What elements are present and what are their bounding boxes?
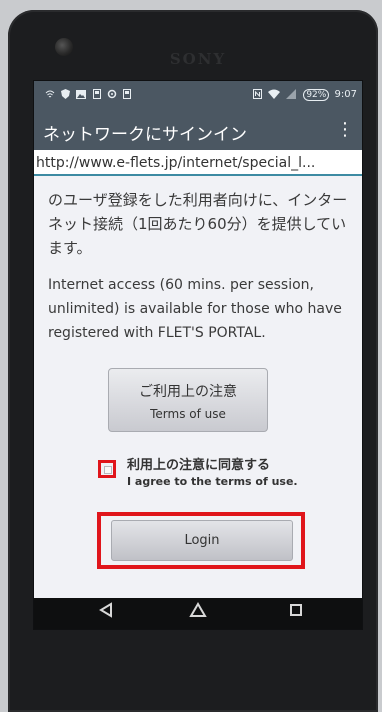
- clock-time: 9:07: [334, 89, 357, 100]
- terms-label-japanese: ご利用上の注意: [139, 384, 237, 400]
- brand-logo: SONY: [169, 50, 227, 68]
- notification-icon: [92, 89, 107, 100]
- settings-icon: [107, 89, 123, 100]
- back-icon[interactable]: [91, 602, 121, 626]
- status-bar: 92% 9:07: [33, 80, 363, 110]
- agree-label-english: I agree to the terms of use.: [127, 475, 298, 488]
- home-icon[interactable]: [183, 602, 213, 626]
- phone-screen: 92% 9:07 ネットワークにサインイン ⋮ http://www.e-fle…: [33, 80, 363, 630]
- overflow-menu-icon[interactable]: ⋮: [335, 118, 355, 142]
- wifi-icon: [45, 89, 61, 100]
- notification-icons: [45, 89, 131, 100]
- recents-icon[interactable]: [281, 602, 311, 626]
- wifi-signal-icon: [265, 89, 283, 100]
- terms-label-english: Terms of use: [150, 407, 226, 421]
- nfc-icon: [252, 89, 265, 100]
- terms-of-use-button[interactable]: ご利用上の注意 Terms of use: [108, 368, 268, 432]
- description-japanese: のユーザ登録をした利用者向けに、インターネット接続（1回あたり60分）を提供して…: [48, 191, 348, 257]
- front-camera: [55, 38, 73, 56]
- agree-checkbox[interactable]: [104, 466, 112, 474]
- description-english: Internet access (60 mins. per session, u…: [48, 277, 342, 341]
- app-bar: ネットワークにサインイン ⋮: [33, 110, 363, 150]
- status-right: 92% 9:07: [252, 89, 357, 101]
- battery-percent: 92%: [303, 89, 330, 101]
- cell-signal-icon: [283, 89, 299, 100]
- url-bar: http://www.e-flets.jp/internet/special_l…: [33, 150, 363, 176]
- navigation-bar: [33, 598, 363, 630]
- page-title: ネットワークにサインイン: [43, 125, 247, 145]
- login-button[interactable]: Login: [111, 520, 293, 561]
- photo-icon: [76, 89, 92, 100]
- login-highlight: Login: [97, 512, 305, 569]
- notification-icon: [122, 89, 131, 100]
- agree-label-japanese: 利用上の注意に同意する: [127, 458, 271, 473]
- shield-icon: [61, 89, 76, 100]
- agree-highlight: [98, 460, 116, 478]
